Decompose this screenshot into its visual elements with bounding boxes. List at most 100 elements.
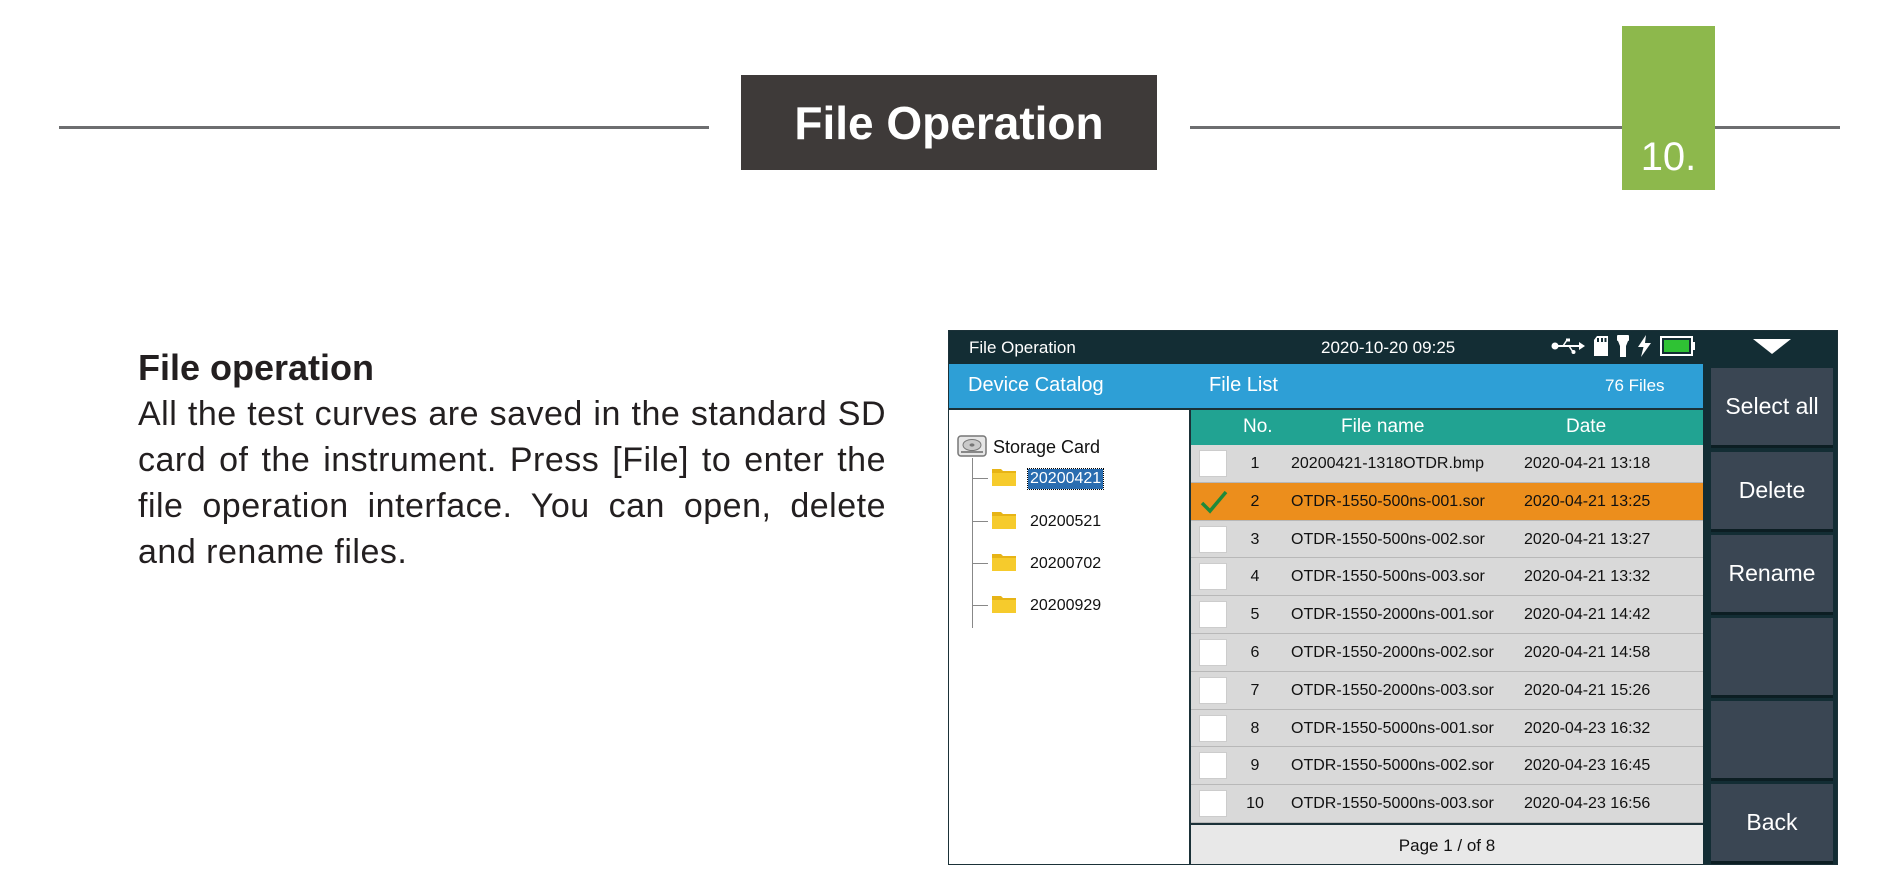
header-rule-left <box>59 126 709 129</box>
row-number: 5 <box>1250 606 1260 624</box>
file-date: 2020-04-23 16:32 <box>1524 719 1651 737</box>
section-heading: File operation <box>138 347 375 388</box>
row-checkbox[interactable] <box>1199 601 1227 629</box>
file-date: 2020-04-21 14:58 <box>1524 643 1651 661</box>
empty-function-button[interactable] <box>1711 701 1833 781</box>
file-date: 2020-04-23 16:45 <box>1524 757 1651 775</box>
file-name: OTDR-1550-500ns-002.sor <box>1291 530 1485 548</box>
row-checkbox[interactable] <box>1199 714 1227 742</box>
screen-title: File Operation <box>969 338 1076 357</box>
table-row[interactable]: 3 OTDR-1550-500ns-002.sor 2020-04-21 13:27 <box>1191 520 1703 559</box>
row-checkbox[interactable] <box>1199 790 1227 818</box>
row-number: 2 <box>1250 492 1260 510</box>
tree-branch <box>972 563 988 564</box>
charging-icon <box>1638 334 1651 362</box>
usb-icon <box>1551 338 1585 359</box>
folder-icon <box>992 509 1016 534</box>
table-row[interactable]: 1 20200421-1318OTDR.bmp 2020-04-21 13:18 <box>1191 445 1703 483</box>
row-number: 7 <box>1250 681 1260 699</box>
folder-item[interactable]: 20200929 <box>972 593 1103 618</box>
delete-button[interactable]: Delete <box>1711 452 1833 532</box>
file-name: OTDR-1550-5000ns-003.sor <box>1291 795 1494 813</box>
table-row[interactable]: 9 OTDR-1550-5000ns-002.sor 2020-04-23 16:4… <box>1191 747 1703 786</box>
file-date: 2020-04-21 14:42 <box>1524 606 1651 624</box>
row-checkbox[interactable] <box>1199 450 1227 477</box>
file-date: 2020-04-21 15:26 <box>1524 681 1651 699</box>
empty-function-button[interactable] <box>1711 618 1833 698</box>
row-number: 3 <box>1250 530 1260 548</box>
folder-item[interactable]: 20200421 <box>972 466 1105 491</box>
table-row[interactable]: 4 OTDR-1550-500ns-003.sor 2020-04-21 13:32 <box>1191 558 1703 597</box>
folder-icon <box>992 593 1016 618</box>
column-header-no: No. <box>1243 416 1273 437</box>
folder-icon <box>992 466 1016 491</box>
file-name: OTDR-1550-2000ns-002.sor <box>1291 643 1494 661</box>
row-number: 1 <box>1250 455 1260 472</box>
device-catalog-tree: Storage Card 20200421 20200521 20200702 … <box>949 408 1191 864</box>
file-name: OTDR-1550-2000ns-001.sor <box>1291 606 1494 624</box>
file-name: OTDR-1550-500ns-003.sor <box>1291 568 1485 586</box>
device-screen: File Operation 2020-10-20 09:25 Device C… <box>948 330 1838 865</box>
column-header-name: File name <box>1341 416 1425 437</box>
header-rule-right <box>1190 126 1840 129</box>
file-date: 2020-04-21 13:18 <box>1524 455 1651 472</box>
file-date: 2020-04-23 16:56 <box>1524 795 1651 813</box>
file-list-header: File List 76 Files <box>1191 364 1703 408</box>
status-bar: File Operation 2020-10-20 09:25 <box>949 331 1837 364</box>
row-checkbox[interactable] <box>1199 563 1227 591</box>
row-number: 9 <box>1250 757 1260 775</box>
dropdown-arrow-icon[interactable] <box>1753 339 1791 354</box>
table-row[interactable]: 2 OTDR-1550-500ns-001.sor 2020-04-21 13:25 <box>1191 482 1703 521</box>
chapter-number: 10. <box>1622 26 1715 190</box>
rename-button[interactable]: Rename <box>1711 535 1833 615</box>
back-button[interactable]: Back <box>1711 784 1833 864</box>
file-name: OTDR-1550-500ns-001.sor <box>1291 492 1485 510</box>
tree-branch <box>972 478 988 479</box>
row-number: 8 <box>1250 719 1260 737</box>
folder-icon <box>992 551 1016 576</box>
file-count: 76 Files <box>1605 376 1665 395</box>
tree-branch <box>972 521 988 522</box>
file-list-title: File List <box>1209 374 1278 396</box>
row-checkbox[interactable] <box>1199 488 1228 515</box>
column-header-date: Date <box>1566 416 1607 437</box>
sd-card-icon <box>1594 335 1608 361</box>
flashlight-icon <box>1617 334 1629 362</box>
row-checkbox[interactable] <box>1199 525 1227 553</box>
storage-card-label: Storage Card <box>993 437 1101 457</box>
row-number: 10 <box>1246 795 1264 813</box>
file-name: OTDR-1550-5000ns-002.sor <box>1291 757 1494 775</box>
file-name: OTDR-1550-2000ns-003.sor <box>1291 681 1494 699</box>
row-checkbox[interactable] <box>1199 638 1227 666</box>
file-table-body: 1 20200421-1318OTDR.bmp 2020-04-21 13:18 2… <box>1191 445 1703 823</box>
file-date: 2020-04-21 13:32 <box>1524 568 1651 586</box>
folder-label: 20200702 <box>1030 554 1102 572</box>
table-row[interactable]: 6 OTDR-1550-2000ns-002.sor 2020-04-21 14:5… <box>1191 633 1703 672</box>
file-name: OTDR-1550-5000ns-001.sor <box>1291 719 1494 737</box>
table-row[interactable]: 7 OTDR-1550-2000ns-003.sor 2020-04-21 15:2… <box>1191 671 1703 710</box>
description-block: File operation All the test curves are s… <box>138 345 886 575</box>
status-datetime: 2020-10-20 09:25 <box>1321 338 1456 357</box>
device-catalog-header: Device Catalog <box>949 364 1191 408</box>
row-number: 4 <box>1250 568 1260 586</box>
row-checkbox[interactable] <box>1199 752 1227 780</box>
storage-card-node[interactable]: Storage Card <box>957 432 1100 463</box>
table-row[interactable]: 8 OTDR-1550-5000ns-001.sor 2020-04-23 16:3… <box>1191 709 1703 748</box>
folder-item[interactable]: 20200521 <box>972 509 1103 534</box>
row-checkbox[interactable] <box>1199 676 1227 704</box>
checkmark-icon <box>1200 490 1228 514</box>
page-indicator: Page 1 / of 8 <box>1191 823 1703 864</box>
folder-item[interactable]: 20200702 <box>972 551 1103 576</box>
folder-label: 20200929 <box>1030 596 1102 614</box>
folder-label: 20200521 <box>1030 512 1102 530</box>
function-button-column: Select all Delete Rename Back <box>1703 364 1837 864</box>
status-icons <box>1551 334 1696 362</box>
page-title: File Operation <box>741 75 1157 170</box>
table-row[interactable]: 5 OTDR-1550-2000ns-001.sor 2020-04-21 14:4… <box>1191 596 1703 634</box>
select-all-button[interactable]: Select all <box>1711 368 1833 448</box>
tree-branch <box>972 605 988 606</box>
table-row[interactable]: 10 OTDR-1550-5000ns-003.sor 2020-04-23 16:… <box>1191 785 1703 823</box>
section-body: All the test curves are saved in the sta… <box>138 395 886 571</box>
file-table-header: No. File name Date <box>1191 408 1703 445</box>
file-date: 2020-04-21 13:25 <box>1524 492 1651 510</box>
